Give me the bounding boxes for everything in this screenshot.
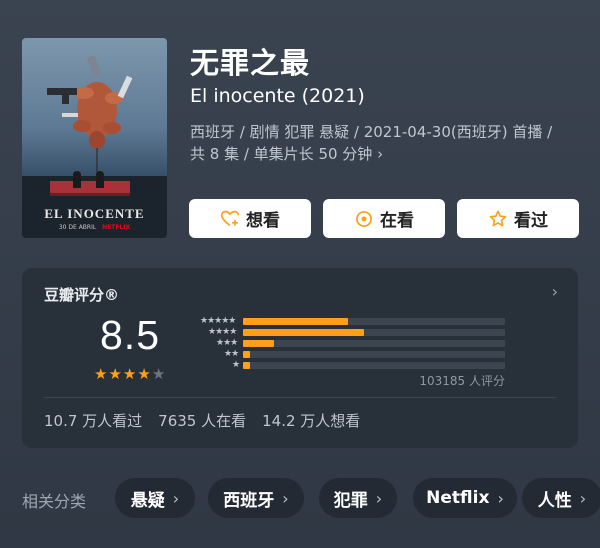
chevron-right-icon: › [579, 488, 587, 508]
category-chip[interactable]: 悬疑 › [115, 478, 195, 518]
star-outline-icon [489, 210, 507, 226]
distribution-stars-label: ★★★ [216, 338, 238, 348]
stat-watched: 10.7 万人看过 [44, 412, 143, 430]
raters-count: 103185 人评分 [419, 374, 505, 388]
chevron-right-icon: › [497, 488, 504, 508]
star-filled-icon: ★ [94, 365, 108, 383]
chevron-right-icon: › [172, 488, 180, 508]
movie-meta[interactable]: 西班牙 / 剧情 犯罪 悬疑 / 2021-04-30(西班牙) 首播 / 共 … [190, 121, 585, 165]
category-chip-label: Netflix [426, 488, 490, 508]
chevron-right-icon: › [377, 145, 384, 163]
poster-image[interactable]: EL INOCENTE 30 DE ABRIL NETFLIX [22, 38, 167, 238]
rating-distribution-row: ★★★★ [185, 327, 507, 338]
poster-title-text: EL INOCENTE [44, 206, 145, 221]
page-title: 无罪之最 [190, 46, 311, 80]
meta-line-2-wrap: 共 8 集 / 单集片长 50 分钟 › [190, 143, 585, 165]
distribution-bar-track [243, 340, 505, 347]
category-chip-label: 犯罪 [333, 490, 368, 511]
distribution-stars-label: ★★★★ [208, 327, 237, 337]
want-to-watch-button[interactable]: 想看 [189, 199, 311, 238]
distribution-bar-track [243, 318, 505, 325]
star-filled-icon: ★ [108, 365, 122, 383]
distribution-bar-track [243, 351, 505, 358]
heart-plus-icon [220, 210, 240, 226]
category-chip-label: 人性 [537, 490, 572, 511]
category-chip[interactable]: 人性 › [522, 478, 600, 518]
target-circle-icon [356, 210, 372, 227]
rating-card[interactable]: 豆瓣评分® › 8.5 ★ ★ ★ ★ ★ ★★★★★ ★★★★ ★★★ ★★ ★ 103185… [22, 268, 578, 448]
original-title: El inocente (2021) [190, 85, 365, 107]
chevron-right-icon: › [282, 488, 289, 508]
category-chip-label: 悬疑 [130, 490, 165, 511]
star-empty-icon: ★ [151, 365, 166, 383]
distribution-bar-fill [243, 351, 250, 358]
rating-distribution-row: ★★★ [185, 338, 507, 349]
distribution-bar-track [243, 329, 505, 336]
meta-line-2: 共 8 集 / 单集片长 50 分钟 [190, 145, 373, 163]
rating-stars: ★ ★ ★ ★ ★ [94, 367, 165, 382]
category-chip[interactable]: 犯罪 › [319, 478, 397, 518]
category-chip-label: 西班牙 [223, 490, 275, 511]
distribution-bar-fill [243, 340, 275, 347]
rating-distribution-row: ★★ [185, 349, 507, 360]
poster-footer: 30 DE ABRIL NETFLIX [22, 224, 167, 231]
chevron-right-icon: › [375, 488, 383, 508]
chevron-right-icon[interactable]: › [552, 282, 558, 301]
rating-distribution: ★★★★★ ★★★★ ★★★ ★★ ★ [185, 316, 507, 371]
rating-distribution-row: ★ [185, 360, 507, 371]
distribution-bar-fill [243, 318, 348, 325]
meta-line-1: 西班牙 / 剧情 犯罪 悬疑 / 2021-04-30(西班牙) 首播 / [190, 123, 553, 141]
watch-stats: 10.7 万人看过 7635 人在看 14.2 万人想看 [44, 410, 360, 431]
poster-brand: NETFLIX [102, 224, 131, 231]
distribution-bar-fill [243, 362, 250, 369]
category-chip[interactable]: Netflix › [413, 478, 517, 518]
poster-date: 30 DE ABRIL [58, 224, 97, 231]
distribution-stars-label: ★ [232, 360, 240, 370]
distribution-bar-track [243, 362, 505, 369]
watched-label: 看过 [514, 211, 548, 231]
watched-button[interactable]: 看过 [457, 199, 579, 238]
distribution-bar-fill [243, 329, 364, 336]
divider [44, 397, 556, 398]
category-chip[interactable]: 西班牙 › [208, 478, 304, 518]
related-categories-label: 相关分类 [22, 492, 87, 511]
rating-score: 8.5 [100, 312, 160, 358]
want-to-watch-label: 想看 [246, 211, 280, 231]
watching-button[interactable]: 在看 [323, 199, 445, 238]
distribution-stars-label: ★★★★★ [200, 316, 236, 326]
rating-distribution-row: ★★★★★ [185, 316, 507, 327]
stat-watching: 7635 人在看 [158, 412, 247, 430]
star-filled-icon: ★ [122, 365, 137, 383]
star-filled-icon: ★ [137, 365, 151, 383]
rating-card-title: 豆瓣评分® [44, 286, 120, 304]
distribution-stars-label: ★★ [224, 349, 239, 359]
watching-label: 在看 [380, 211, 414, 231]
stat-want: 14.2 万人想看 [262, 412, 361, 430]
